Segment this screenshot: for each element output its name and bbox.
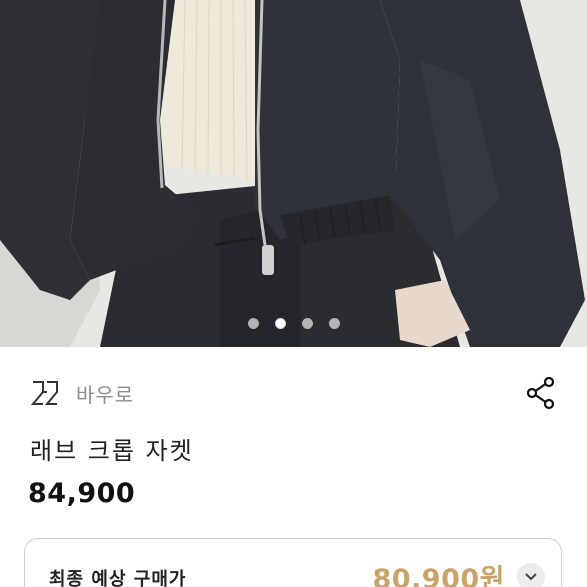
product-image-gallery[interactable] — [0, 0, 587, 347]
gallery-dot[interactable] — [301, 318, 313, 329]
share-icon — [526, 376, 555, 410]
brand-row: 바우로 — [30, 374, 558, 412]
gallery-dot[interactable] — [247, 318, 259, 329]
gallery-dot-active[interactable] — [274, 318, 286, 329]
expand-button[interactable] — [517, 563, 545, 587]
product-price: 84,900 — [28, 478, 136, 509]
brand-logo-icon[interactable] — [30, 378, 60, 408]
share-button[interactable] — [524, 374, 558, 412]
final-price-value: 80,900원 — [372, 564, 505, 587]
final-price-label: 최종 예상 구매가 — [49, 569, 187, 587]
final-price-panel[interactable]: 최종 예상 구매가 80,900원 — [24, 538, 562, 587]
chevron-down-icon — [525, 573, 537, 581]
gallery-dot[interactable] — [328, 318, 340, 329]
brand-name[interactable]: 바우로 — [76, 379, 134, 408]
product-photo — [0, 0, 587, 347]
product-title: 래브 크롭 자켓 — [30, 437, 194, 465]
gallery-pagination — [0, 318, 587, 329]
